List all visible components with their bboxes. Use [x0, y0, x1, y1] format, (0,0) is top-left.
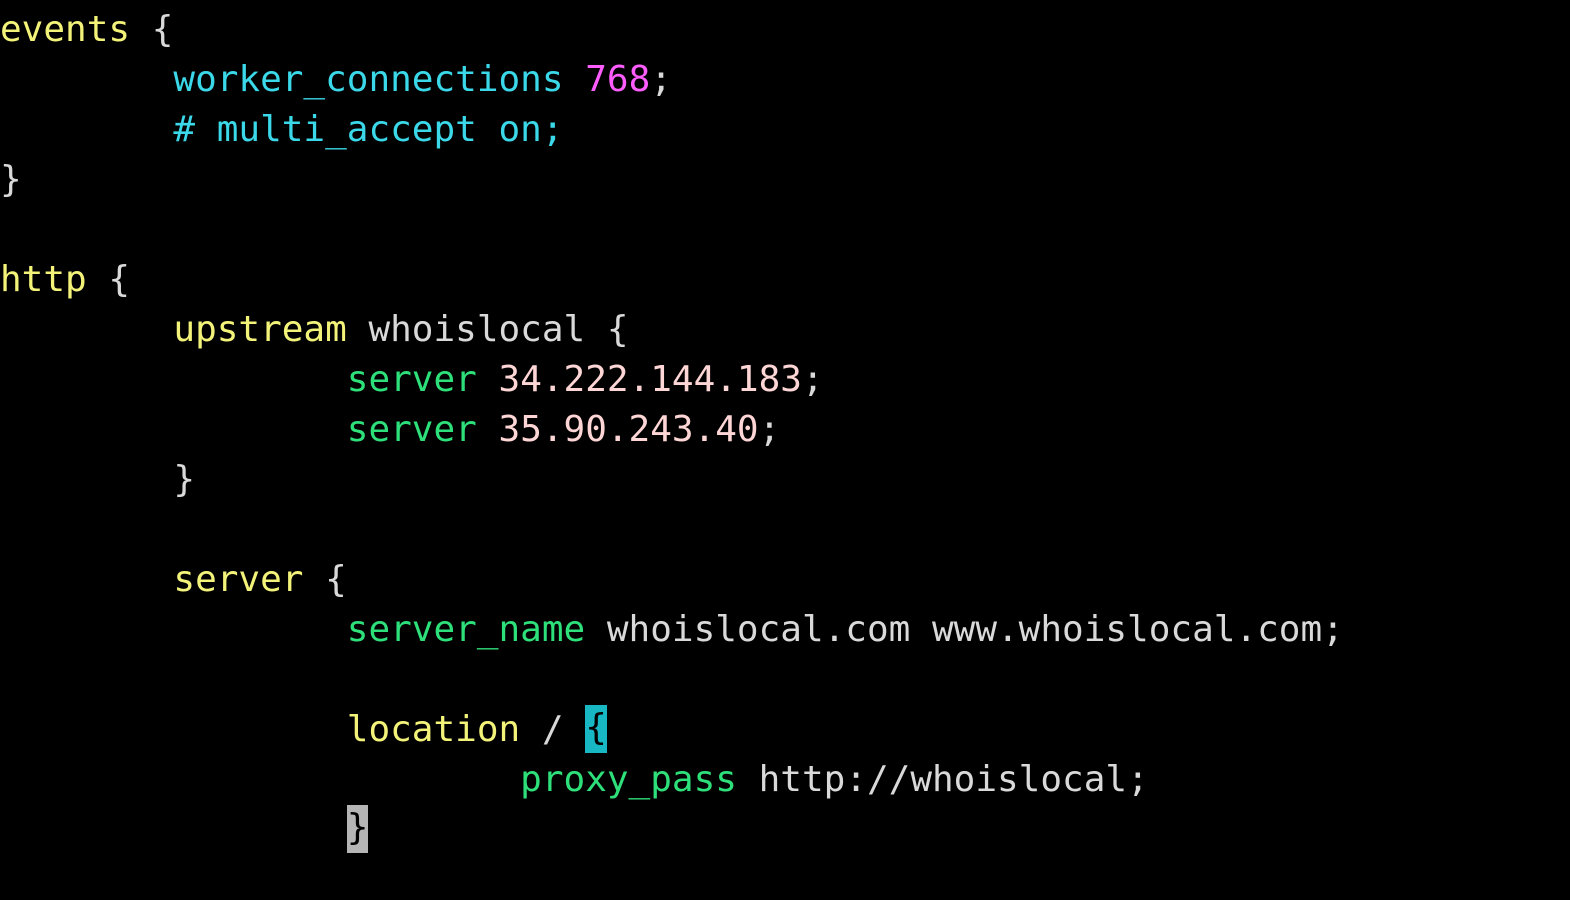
code-token: proxy_pass: [520, 759, 737, 800]
code-token: }: [0, 159, 22, 200]
code-token: }: [173, 459, 196, 500]
code-token: http: [0, 259, 87, 300]
code-token: ;: [801, 359, 824, 400]
code-token: {: [130, 9, 174, 50]
code-token: worker_connections: [173, 59, 564, 100]
code-token: 35.90.243.40: [498, 409, 759, 450]
code-line: server 35.90.243.40;: [0, 405, 1570, 455]
code-line: }: [0, 805, 1570, 855]
code-token: whoislocal {: [346, 309, 629, 350]
code-line: }: [0, 455, 1570, 505]
code-token: # multi_accept on;: [173, 109, 564, 150]
code-token: http://whoislocal;: [736, 759, 1149, 800]
terminal-editor[interactable]: events { worker_connections 768; # multi…: [0, 0, 1570, 900]
code-token: /: [520, 709, 586, 750]
code-token: whoislocal.com www.whoislocal.com;: [585, 609, 1344, 650]
code-line: server_name whoislocal.com www.whoisloca…: [0, 605, 1570, 655]
code-token: 768: [585, 59, 651, 100]
code-line: upstream whoislocal {: [0, 305, 1570, 355]
text-cursor: }: [346, 805, 369, 853]
code-token: server: [346, 409, 477, 450]
code-line: server {: [0, 555, 1570, 605]
code-token: server: [346, 359, 477, 400]
code-line: server 34.222.144.183;: [0, 355, 1570, 405]
code-token: server: [173, 559, 304, 600]
matching-bracket-highlight: {: [585, 705, 607, 753]
code-token: events: [0, 9, 131, 50]
code-line: events {: [0, 5, 1570, 55]
code-token: upstream: [173, 309, 347, 350]
code-token: location: [346, 709, 521, 750]
code-line: http {: [0, 255, 1570, 305]
code-token: {: [303, 559, 347, 600]
code-token: server_name: [346, 609, 586, 650]
code-token: 34.222.144.183: [498, 359, 802, 400]
code-line: }: [0, 155, 1570, 205]
code-token: ;: [650, 59, 672, 100]
code-token: ;: [758, 409, 781, 450]
code-line: location / {: [0, 705, 1570, 755]
code-token: {: [86, 259, 131, 300]
code-line: worker_connections 768;: [0, 55, 1570, 105]
code-line: proxy_pass http://whoislocal;: [0, 755, 1570, 805]
code-line: # multi_accept on;: [0, 105, 1570, 155]
